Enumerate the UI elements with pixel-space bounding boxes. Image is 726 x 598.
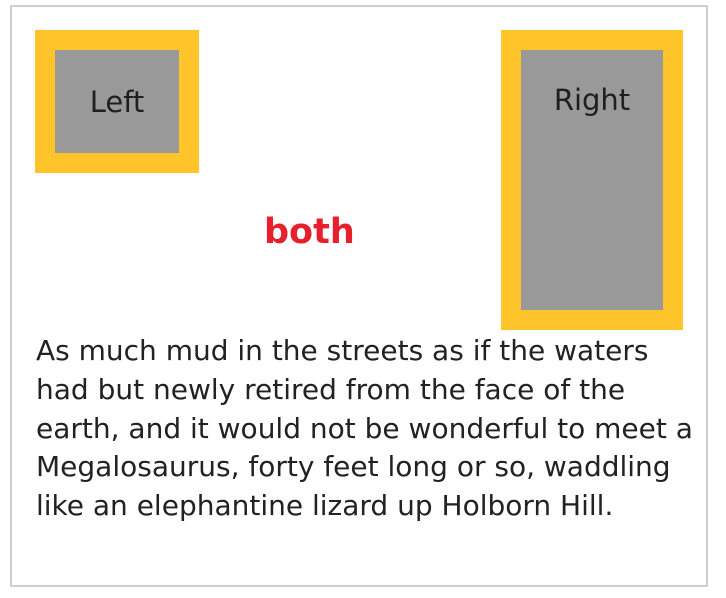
clear-value-label: both (264, 212, 355, 252)
float-right-label: Right (553, 83, 631, 117)
body-paragraph: As much mud in the streets as if the wat… (36, 334, 693, 523)
float-left-label: Left (89, 84, 145, 119)
float-right-box: Right (501, 30, 683, 330)
float-left-box: Left (35, 30, 199, 173)
